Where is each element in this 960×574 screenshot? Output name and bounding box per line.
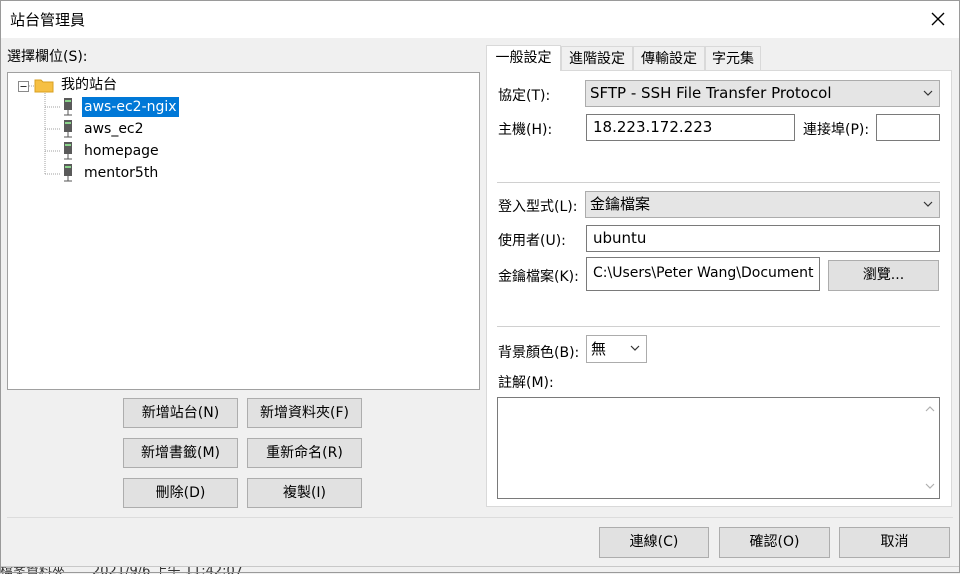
tree-site-label: aws_ec2 [84, 121, 144, 137]
host-input[interactable]: 18.223.172.223 [586, 114, 795, 141]
user-input[interactable]: ubuntu [586, 225, 940, 252]
tab-transfer[interactable]: 傳輸設定 [633, 46, 705, 70]
browse-button[interactable]: 瀏覽... [828, 260, 939, 291]
connect-label: 連線(C) [629, 534, 679, 550]
tree-site-label: mentor5th [84, 165, 159, 181]
server-icon [64, 120, 72, 138]
copy-button[interactable]: 複製(I) [247, 478, 362, 508]
tree-site-item[interactable]: mentor5th [62, 163, 222, 183]
host-label: 主機(H): [498, 122, 553, 138]
bgcolor-value: 無 [591, 340, 607, 358]
close-button[interactable] [924, 5, 952, 33]
server-icon [64, 164, 72, 182]
select-entry-label: 選擇欄位(S): [7, 49, 88, 65]
chevron-down-icon [923, 90, 933, 96]
user-label: 使用者(U): [498, 233, 566, 249]
new-site-button[interactable]: 新增站台(N) [123, 398, 238, 428]
browse-label: 瀏覽... [862, 267, 905, 283]
separator [497, 182, 940, 183]
tree-site-item[interactable]: homepage [62, 141, 222, 161]
protocol-value: SFTP - SSH File Transfer Protocol [590, 84, 832, 102]
window-title: 站台管理員 [10, 11, 86, 29]
tab-advanced[interactable]: 進階設定 [561, 46, 633, 70]
port-label: 連接埠(P): [803, 122, 870, 138]
connect-button[interactable]: 連線(C) [599, 527, 709, 558]
scroll-down-icon[interactable] [922, 478, 939, 495]
tree-site-label: aws-ec2-ngix [81, 96, 180, 118]
bgcolor-label: 背景顏色(B): [498, 345, 580, 361]
ok-label: 確認(O) [749, 534, 800, 550]
tree-site-label: homepage [84, 143, 159, 159]
keyfile-label: 金鑰檔案(K): [498, 269, 579, 285]
logon-type-label: 登入型式(L): [498, 199, 578, 215]
new-folder-label: 新增資料夾(F) [260, 405, 349, 421]
rename-button[interactable]: 重新命名(R) [247, 438, 362, 468]
scroll-up-icon[interactable] [922, 401, 939, 418]
delete-label: 刪除(D) [155, 485, 206, 501]
tree-root-label: 我的站台 [61, 77, 117, 93]
copy-label: 複製(I) [282, 485, 327, 501]
site-tree[interactable]: 我的站台 aws-ec2-ngix aws_ec2 homepage mento… [7, 72, 480, 390]
ok-button[interactable]: 確認(O) [719, 527, 830, 558]
title-bar [0, 0, 960, 38]
comment-scrollbar[interactable] [922, 398, 939, 498]
new-bookmark-label: 新增書籤(M) [140, 445, 220, 461]
cancel-button[interactable]: 取消 [839, 527, 950, 558]
tab-general[interactable]: 一般設定 [486, 45, 561, 71]
protocol-select[interactable]: SFTP - SSH File Transfer Protocol [585, 80, 940, 107]
rename-label: 重新命名(R) [266, 445, 343, 461]
cancel-label: 取消 [880, 534, 909, 550]
logon-type-select[interactable]: 金鑰檔案 [585, 191, 940, 218]
footer-separator [7, 517, 953, 518]
keyfile-input[interactable]: C:\Users\Peter Wang\Document [586, 257, 820, 291]
server-icon [64, 142, 72, 160]
new-site-label: 新增站台(N) [141, 405, 220, 421]
separator [497, 326, 940, 327]
chevron-down-icon [923, 201, 933, 207]
tree-site-item[interactable]: aws-ec2-ngix [62, 96, 222, 118]
delete-button[interactable]: 刪除(D) [123, 478, 238, 508]
bgcolor-select[interactable]: 無 [586, 335, 647, 363]
new-folder-button[interactable]: 新增資料夾(F) [247, 398, 362, 428]
folder-icon [34, 79, 54, 93]
server-icon [64, 98, 72, 116]
chevron-down-icon [630, 345, 640, 351]
comment-textarea[interactable] [497, 397, 940, 499]
close-icon [931, 12, 945, 26]
tree-site-item[interactable]: aws_ec2 [62, 119, 222, 139]
protocol-label: 協定(T): [498, 88, 551, 104]
comment-label: 註解(M): [498, 375, 554, 391]
port-input[interactable] [876, 114, 940, 141]
new-bookmark-button[interactable]: 新增書籤(M) [123, 438, 238, 468]
tab-charset[interactable]: 字元集 [705, 46, 761, 70]
logon-type-value: 金鑰檔案 [590, 195, 651, 213]
